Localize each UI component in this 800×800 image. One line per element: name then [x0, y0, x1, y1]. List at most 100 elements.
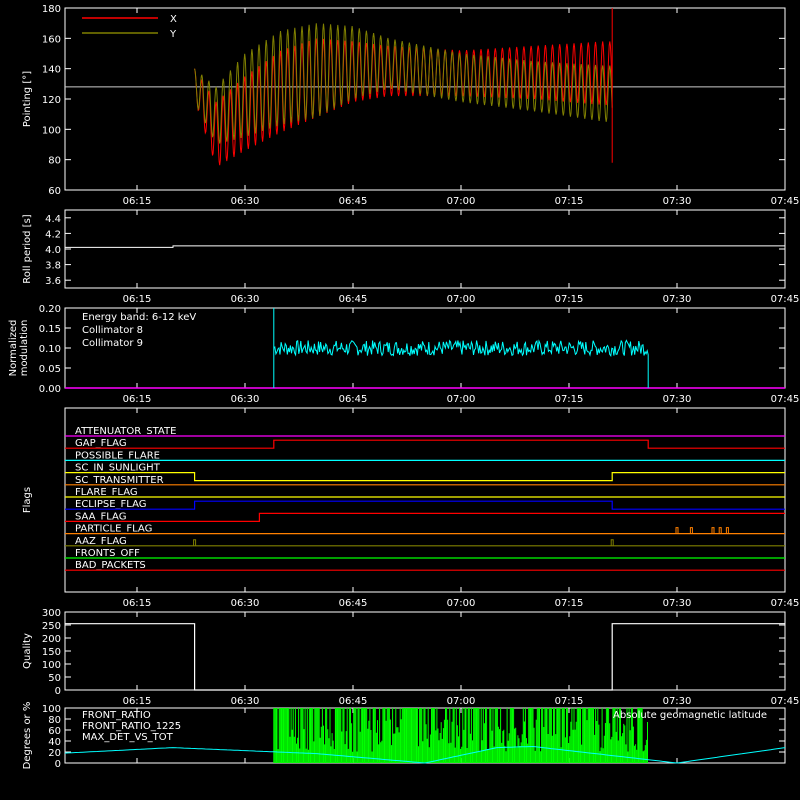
- x-tick-label: 07:30: [663, 598, 692, 609]
- y-tick-label: 0.00: [39, 384, 61, 395]
- y-tick-label: 120: [42, 95, 61, 106]
- legend-label: Collimator 8: [82, 325, 143, 336]
- x-tick-label: 07:00: [447, 696, 476, 707]
- y-tick-label: 50: [48, 673, 61, 684]
- series-y-line: [194, 23, 613, 144]
- flag-line: [65, 439, 785, 449]
- y-tick-label: 100: [42, 704, 61, 715]
- x-tick-label: 07:15: [555, 294, 584, 305]
- y-axis-label: Flags: [22, 487, 33, 513]
- legend-label: MAX_DET_VS_TOT: [82, 732, 174, 743]
- flag-label: FRONTS_OFF: [75, 548, 140, 559]
- x-tick-label: 07:00: [447, 598, 476, 609]
- x-tick-label: 07:00: [447, 196, 476, 207]
- flag-spike: [718, 527, 722, 534]
- x-tick-label: 07:15: [555, 394, 584, 405]
- flag-label: FLARE_FLAG: [75, 487, 138, 498]
- y-tick-label: 160: [42, 34, 61, 45]
- y-tick-label: 60: [48, 186, 61, 197]
- y-tick-label: 0.15: [39, 324, 61, 335]
- y-axis-label: Roll period [s]: [22, 214, 33, 283]
- x-tick-label: 06:15: [123, 394, 152, 405]
- x-tick-label: 07:00: [447, 394, 476, 405]
- x-tick-label: 06:45: [339, 294, 368, 305]
- x-tick-label: 06:45: [339, 394, 368, 405]
- x-tick-label: 07:45: [771, 196, 800, 207]
- y-axis-label: Pointing [°]: [22, 71, 33, 127]
- y-tick-label: 0: [55, 686, 61, 697]
- flag-label: AAZ_FLAG: [75, 536, 127, 547]
- flag-spike: [711, 527, 715, 534]
- x-tick-label: 06:30: [231, 598, 260, 609]
- flag-label: SC_IN_SUNLIGHT: [75, 463, 161, 474]
- flag-line: [65, 472, 785, 482]
- y-tick-label: 140: [42, 65, 61, 76]
- x-tick-label: 06:15: [123, 196, 152, 207]
- x-tick-label: 07:30: [663, 196, 692, 207]
- y-tick-label: 80: [48, 156, 61, 167]
- y-tick-label: 20: [48, 748, 61, 759]
- y-tick-label: 3.6: [45, 276, 61, 287]
- flag-spike: [725, 527, 729, 534]
- figure-canvas: 06:15 06:30 06:45 07:00 07:15 07:30 07:45 60 80 1…: [8, 4, 800, 770]
- x-tick-label: 07:15: [555, 598, 584, 609]
- y-tick-label: 100: [42, 125, 61, 136]
- y-axis-label: Degrees or %: [22, 702, 33, 770]
- legend-label: FRONT_RATIO: [82, 710, 151, 721]
- y-tick-label: 3.8: [45, 261, 61, 272]
- y-tick-label: 60: [48, 726, 61, 737]
- rhessi-quicklook-figure: 06:15 06:30 06:45 07:00 07:15 07:30 07:45 60 80 1…: [0, 0, 800, 800]
- flag-label: PARTICLE_FLAG: [75, 524, 152, 535]
- flag-spike: [610, 539, 614, 546]
- y-axis-label: modulation: [19, 320, 30, 377]
- x-tick-label: 06:30: [231, 294, 260, 305]
- y-tick-label: 40: [48, 737, 61, 748]
- x-tick-label: 06:30: [231, 196, 260, 207]
- y-tick-label: 0.05: [39, 364, 61, 375]
- x-tick-label: 06:45: [339, 696, 368, 707]
- y-tick-label: 0.10: [39, 344, 61, 355]
- legend-title: Energy band: 6-12 keV: [82, 312, 196, 323]
- y-axis-label: Quality: [22, 633, 33, 669]
- flag-label: BAD_PACKETS: [75, 560, 146, 571]
- y-tick-label: 180: [42, 4, 61, 15]
- roll-period-line: [65, 245, 785, 248]
- flag-line: [65, 500, 785, 510]
- flag-label: ATTENUATOR_STATE: [75, 426, 176, 437]
- flag-line: [65, 512, 785, 522]
- x-tick-label: 07:30: [663, 294, 692, 305]
- y-tick-label: 4.4: [45, 214, 61, 225]
- x-tick-label: 07:45: [771, 394, 800, 405]
- collimator-8-line: [273, 308, 649, 388]
- panel-frame: [64, 209, 786, 289]
- y-tick-label: 100: [42, 660, 61, 671]
- x-tick-label: 06:30: [231, 696, 260, 707]
- x-tick-label: 07:30: [663, 394, 692, 405]
- y-tick-label: 0: [55, 759, 61, 770]
- flag-spike: [193, 539, 197, 546]
- panel-modulation: 06:15 06:30 06:45 07:00 07:15 07:30 07:45 0.00 0…: [8, 304, 799, 405]
- legend-label: X: [170, 14, 177, 25]
- legend-label: Collimator 9: [82, 338, 143, 349]
- x-tick-label: 06:15: [123, 294, 152, 305]
- x-tick-label: 07:15: [555, 196, 584, 207]
- x-tick-label: 06:45: [339, 196, 368, 207]
- y-tick-label: 4.0: [45, 245, 61, 256]
- flag-label: SAA_FLAG: [75, 511, 126, 522]
- y-tick-label: 0.20: [39, 304, 61, 315]
- legend-label: Y: [169, 29, 177, 40]
- flag-label: POSSIBLE_FLARE: [75, 450, 160, 461]
- panel-quality: 06:15 06:30 06:45 07:00 07:15 07:30 07:45 0 50 10…: [22, 608, 799, 707]
- quality-line: [65, 623, 785, 691]
- x-tick-label: 07:45: [771, 696, 800, 707]
- flag-label: SC_TRANSMITTER: [75, 475, 164, 486]
- legend-label: Absolute geomagnetic latitude: [613, 710, 767, 721]
- panel-flags: 06:15 06:30 06:45 07:00 07:15 07:30 07:45 Flags…: [22, 407, 799, 609]
- y-tick-label: 4.2: [45, 229, 61, 240]
- y-tick-label: 300: [42, 608, 61, 619]
- x-tick-label: 06:15: [123, 598, 152, 609]
- flag-label: ECLIPSE_FLAG: [75, 499, 146, 510]
- flag-spike: [689, 527, 693, 534]
- panel-roll: 06:15 06:30 06:45 07:00 07:15 07:30 07:45 3.6 3.…: [22, 209, 799, 305]
- x-tick-label: 06:30: [231, 394, 260, 405]
